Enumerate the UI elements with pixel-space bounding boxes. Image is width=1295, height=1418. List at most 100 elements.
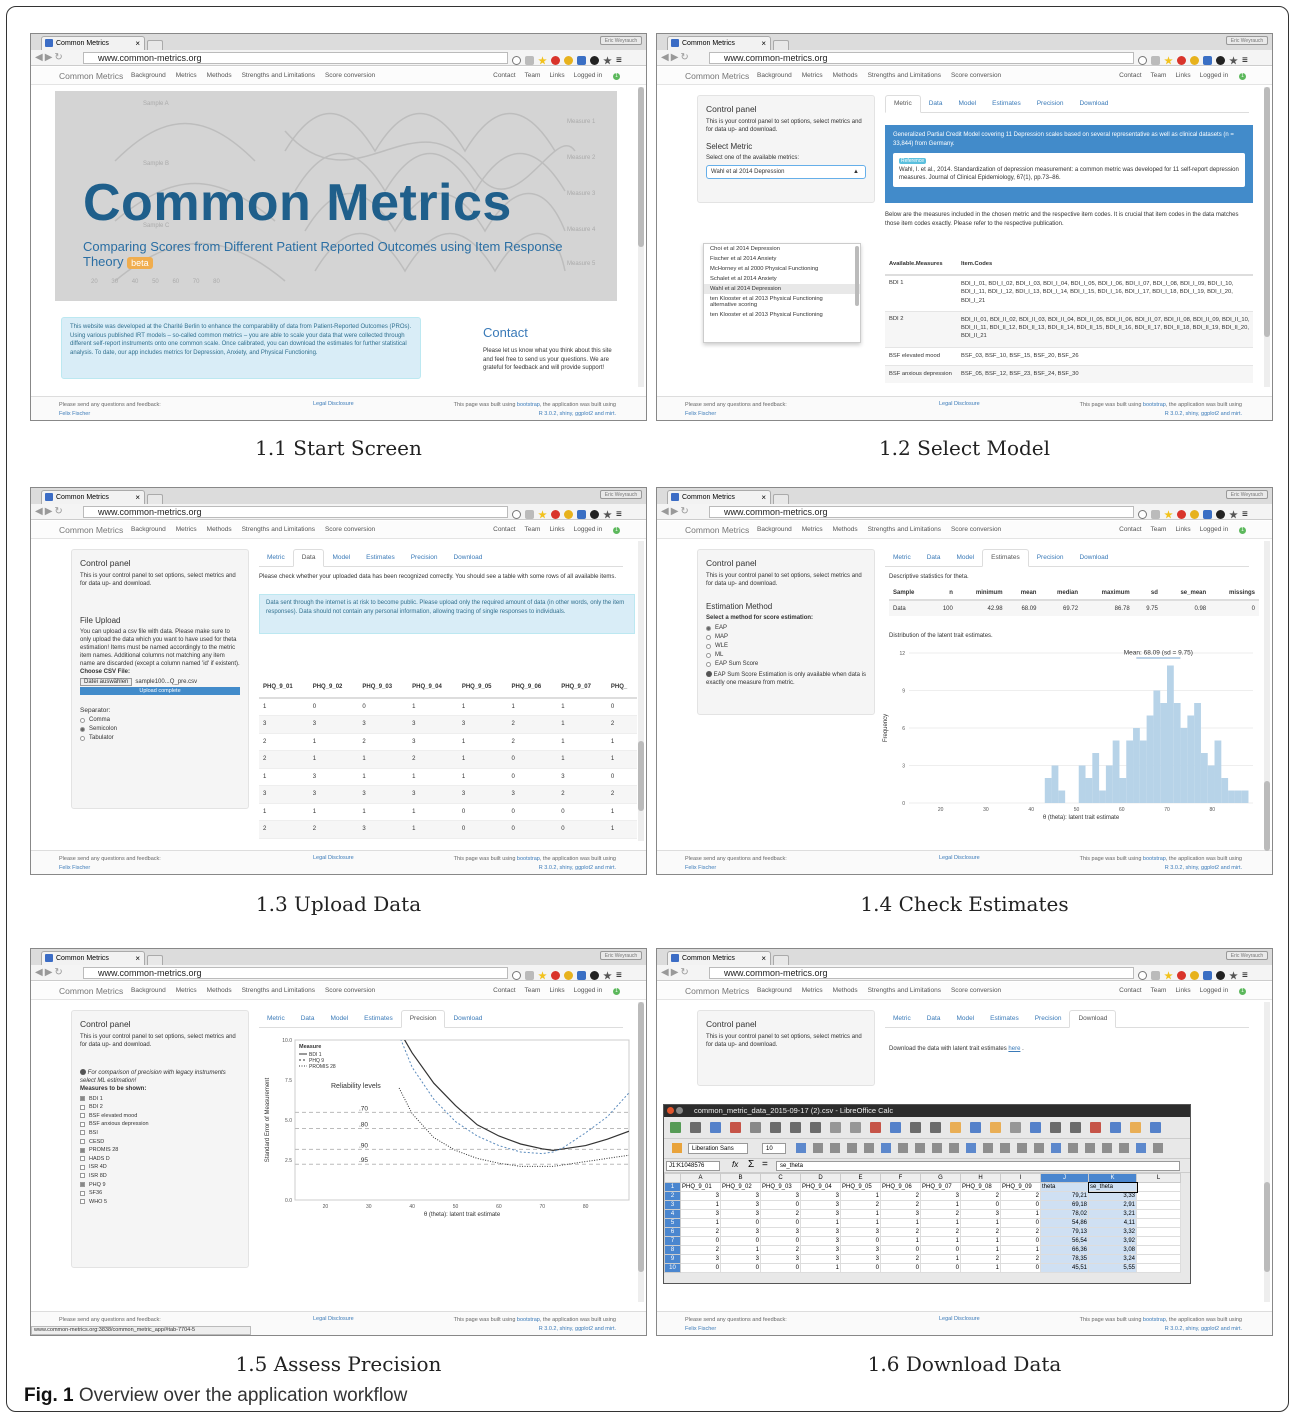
row-number[interactable]: 3 bbox=[664, 1200, 681, 1210]
new-tab-button[interactable] bbox=[147, 955, 163, 965]
column-letter[interactable]: F bbox=[880, 1173, 921, 1183]
toolbar-icon[interactable] bbox=[950, 1122, 961, 1133]
metric-dropdown[interactable]: Choi et al 2014 Depression Fischer et al… bbox=[703, 243, 861, 343]
column-header[interactable]: minimum bbox=[957, 586, 1007, 600]
spreadsheet-cell[interactable]: 2 bbox=[960, 1191, 1001, 1201]
nav-contact[interactable]: Contact bbox=[1119, 72, 1141, 79]
column-header[interactable]: maximum bbox=[1082, 586, 1134, 600]
bootstrap-link[interactable]: bootstrap bbox=[1143, 402, 1166, 408]
format-icon[interactable] bbox=[1136, 1143, 1146, 1153]
format-icon[interactable] bbox=[966, 1143, 976, 1153]
nav-score-conversion[interactable]: Score conversion bbox=[325, 987, 375, 994]
column-letter[interactable]: A bbox=[680, 1173, 721, 1183]
column-letter[interactable]: D bbox=[800, 1173, 841, 1183]
tab-metric[interactable]: Metric bbox=[885, 95, 921, 113]
metric-option[interactable]: Fischer et al 2014 Anxiety bbox=[704, 254, 860, 264]
format-icon[interactable] bbox=[830, 1143, 840, 1153]
measure-checkbox[interactable]: PHQ 9 bbox=[80, 1182, 240, 1188]
window-user-button[interactable]: Eric Weyrauch bbox=[600, 490, 642, 499]
spreadsheet-cell[interactable]: 0 bbox=[1000, 1236, 1041, 1246]
tab-download[interactable]: Download bbox=[1069, 1010, 1117, 1028]
toolbar-icon[interactable] bbox=[990, 1122, 1001, 1133]
forward-arrow-icon[interactable]: ▶ bbox=[45, 967, 55, 978]
format-icon[interactable] bbox=[1034, 1143, 1044, 1153]
spreadsheet-cell[interactable]: 1 bbox=[800, 1263, 841, 1273]
back-arrow-icon[interactable]: ◀ bbox=[661, 967, 671, 978]
close-tab-icon[interactable]: × bbox=[761, 491, 766, 504]
toolbar-icon[interactable] bbox=[1030, 1122, 1041, 1133]
extension-icon[interactable] bbox=[564, 56, 573, 66]
site-brand[interactable]: Common Metrics bbox=[59, 71, 123, 81]
extension-icon[interactable] bbox=[577, 56, 586, 66]
legal-disclosure-link[interactable]: Legal Disclosure bbox=[313, 401, 354, 407]
spreadsheet-cell[interactable]: 3 bbox=[800, 1200, 841, 1210]
extension-icon[interactable] bbox=[1229, 971, 1238, 980]
measure-checkbox[interactable]: BSF anxious depression bbox=[80, 1121, 240, 1127]
checkbox[interactable] bbox=[80, 1164, 85, 1170]
spreadsheet-cell[interactable]: 1 bbox=[680, 1200, 721, 1210]
bookmark-star-icon[interactable] bbox=[538, 56, 547, 65]
extension-icon[interactable] bbox=[603, 971, 612, 980]
header-cell[interactable]: PHQ_9_03 bbox=[760, 1182, 801, 1192]
spreadsheet-cell[interactable]: 3,21 bbox=[1088, 1209, 1137, 1219]
checkbox[interactable] bbox=[80, 1139, 85, 1145]
spreadsheet-cell[interactable]: 3 bbox=[720, 1200, 761, 1210]
measure-checkbox[interactable]: ISR 4D bbox=[80, 1164, 240, 1170]
spreadsheet-cell[interactable]: 3 bbox=[760, 1227, 801, 1237]
menu-icon[interactable]: ≡ bbox=[616, 510, 622, 520]
format-icon[interactable] bbox=[898, 1143, 908, 1153]
toolbar-icon[interactable] bbox=[930, 1122, 941, 1133]
column-header[interactable]: n bbox=[931, 586, 957, 600]
tab-estimates[interactable]: Estimates bbox=[982, 1011, 1027, 1029]
nav-strengths[interactable]: Strengths and Limitations bbox=[242, 72, 315, 79]
nav-buttons[interactable]: ◀▶↻ bbox=[661, 967, 691, 978]
method-map[interactable]: MAP bbox=[706, 634, 866, 640]
toolbar-icon[interactable] bbox=[710, 1122, 721, 1133]
toolbar-icon[interactable] bbox=[750, 1122, 761, 1133]
footer-tools-link[interactable]: R 3.0.2, shiny, ggplot2 and mirt. bbox=[1080, 864, 1242, 873]
extension-icon[interactable] bbox=[590, 56, 599, 66]
spreadsheet-cell[interactable]: 3,33 bbox=[1088, 1191, 1137, 1201]
spreadsheet-cell[interactable]: 0 bbox=[680, 1236, 721, 1246]
spreadsheet-cell[interactable]: 3 bbox=[720, 1227, 761, 1237]
scrollbar-thumb[interactable] bbox=[1264, 87, 1270, 337]
extension-icon[interactable] bbox=[1190, 971, 1199, 981]
table-header[interactable]: Item.Codes bbox=[961, 253, 1253, 275]
spreadsheet-cell[interactable]: 1 bbox=[1000, 1245, 1041, 1255]
spreadsheet-cell[interactable]: 3,92 bbox=[1088, 1236, 1137, 1246]
spreadsheet-cell[interactable]: 2 bbox=[680, 1245, 721, 1255]
nav-team[interactable]: Team bbox=[525, 526, 541, 533]
measure-checkbox[interactable]: BSF elevated mood bbox=[80, 1113, 240, 1119]
footer-author-link[interactable]: Felix Fischer bbox=[685, 1325, 787, 1334]
method-eap[interactable]: EAP bbox=[706, 625, 866, 631]
nav-links[interactable]: Links bbox=[1175, 72, 1190, 79]
page-scrollbar[interactable] bbox=[1264, 87, 1270, 387]
nav-methods[interactable]: Methods bbox=[207, 526, 232, 533]
translate-icon[interactable] bbox=[525, 971, 534, 981]
translate-icon[interactable] bbox=[1151, 56, 1160, 66]
new-tab-button[interactable] bbox=[773, 955, 789, 965]
page-scrollbar[interactable] bbox=[638, 541, 644, 841]
column-header[interactable]: sd bbox=[1134, 586, 1162, 600]
measure-checkbox[interactable]: BDI 1 bbox=[80, 1096, 240, 1102]
tab-precision[interactable]: Precision bbox=[1029, 96, 1072, 114]
tab-precision[interactable]: Precision bbox=[403, 550, 446, 568]
spreadsheet-cell[interactable]: 1 bbox=[960, 1236, 1001, 1246]
adblock-icon[interactable] bbox=[551, 971, 560, 981]
column-header[interactable]: median bbox=[1040, 586, 1082, 600]
scrollbar-thumb[interactable] bbox=[638, 87, 644, 247]
spreadsheet-cell[interactable]: 0 bbox=[1000, 1218, 1041, 1228]
tab-estimates[interactable]: Estimates bbox=[984, 96, 1029, 114]
menu-icon[interactable]: ≡ bbox=[616, 971, 622, 981]
nav-background[interactable]: Background bbox=[131, 72, 166, 79]
column-header[interactable]: se_mean bbox=[1162, 586, 1210, 600]
format-icon[interactable] bbox=[881, 1143, 891, 1153]
tab-data[interactable]: Data bbox=[293, 1011, 323, 1029]
measure-checkbox[interactable]: BSI bbox=[80, 1130, 240, 1136]
extension-icon[interactable] bbox=[590, 510, 599, 520]
tab-model[interactable]: Model bbox=[948, 550, 982, 568]
spreadsheet-cell[interactable]: 0 bbox=[720, 1263, 761, 1273]
bootstrap-link[interactable]: bootstrap bbox=[517, 1317, 540, 1323]
format-icon[interactable] bbox=[1000, 1143, 1010, 1153]
tab-estimates[interactable]: Estimates bbox=[356, 1011, 401, 1029]
